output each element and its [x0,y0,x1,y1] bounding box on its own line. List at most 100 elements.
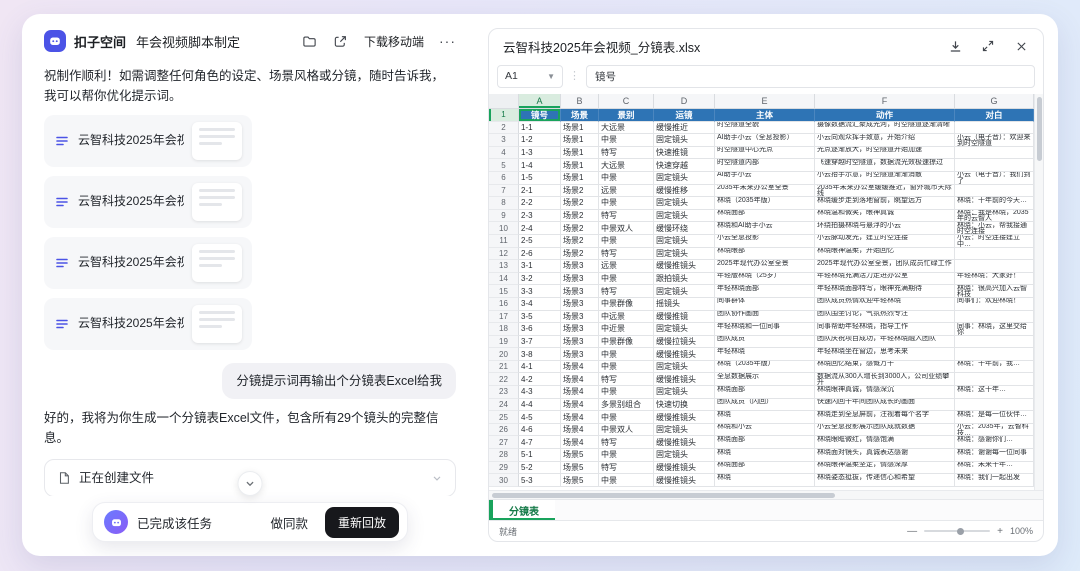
cell[interactable]: 固定镜头 [654,285,715,298]
cell[interactable]: 年轻林晓：大家好！ [955,273,1034,286]
cell[interactable]: 2-4 [519,222,561,235]
row-number[interactable]: 28 [489,449,519,462]
cell[interactable]: 2025年现代办公室全景，团队成员忙碌工作 [815,260,955,273]
cell[interactable]: 缓慢推镜头 [654,260,715,273]
cell[interactable]: 大远景 [599,122,654,135]
cell[interactable]: 林晓：是每一位伙伴… [955,411,1034,424]
cell[interactable]: 3-5 [519,311,561,324]
cell[interactable]: 场景4 [561,424,599,437]
cell[interactable]: 固定镜头 [654,210,715,223]
row-number[interactable]: 29 [489,462,519,475]
cell[interactable]: 中景 [599,449,654,462]
more-menu-button[interactable]: ··· [439,33,456,49]
cell[interactable]: 林晓和小云 [715,424,815,437]
file-card[interactable]: 云智科技2025年会视频_... [44,115,252,167]
cell[interactable]: 林晓眼部 [715,248,815,261]
cell[interactable] [955,311,1034,324]
cell[interactable]: 光点逐渐放大，时空隧道开始加速 [815,147,955,160]
cell[interactable]: 团队成员 [715,336,815,349]
cell[interactable]: 小云（电子音）：我们到了 [955,172,1034,185]
cell[interactable]: 1-4 [519,159,561,172]
zoom-out-button[interactable]: — [907,526,917,537]
cell[interactable]: 数据流从300人增长到3000人，公司业绩攀升 [815,373,955,386]
cell[interactable]: 场景3 [561,285,599,298]
cell[interactable]: 固定镜头 [654,386,715,399]
cell[interactable]: 场景2 [561,210,599,223]
cell[interactable]: 快速穿越 [654,159,715,172]
cell[interactable]: 林晓：感谢你们… [955,436,1034,449]
cell[interactable]: 林晓姿态挺拔，传递信心和希望 [815,474,955,487]
make-same-button[interactable]: 做同款 [262,507,316,538]
column-header-b[interactable]: B [561,94,599,108]
cell[interactable]: 林晓面对镜头，真诚表达感谢 [815,449,955,462]
cell[interactable]: 场景 [561,109,599,122]
zoom-slider[interactable] [924,530,990,532]
cell[interactable]: 林晓：未来十年… [955,462,1034,475]
folder-icon[interactable] [302,33,318,49]
cell[interactable]: 中远景 [599,311,654,324]
cell[interactable]: 团队庆祝项目成功，年轻林晓融入团队 [815,336,955,349]
cell[interactable]: 林晓：这十年… [955,386,1034,399]
cell[interactable]: 环绕拍摄林晓与悬浮的小云 [815,222,955,235]
zoom-in-button[interactable]: + [997,526,1003,537]
cell[interactable]: 小云抬手示意，时空隧道渐渐消散 [815,172,955,185]
row-number[interactable]: 21 [489,361,519,374]
row-number[interactable]: 9 [489,210,519,223]
cell[interactable]: 镜号 [519,109,561,122]
row-number[interactable]: 6 [489,172,519,185]
cell[interactable]: 3-7 [519,336,561,349]
cell[interactable]: 特写 [599,210,654,223]
cell[interactable]: 全息数据展示 [715,373,815,386]
file-card[interactable]: 云智科技2025年会视频_... [44,298,252,350]
cell[interactable]: 场景2 [561,222,599,235]
row-number[interactable]: 3 [489,134,519,147]
cell[interactable]: 林晓：我是林晓，2035年的云智人 [955,210,1034,223]
cell[interactable]: 场景1 [561,147,599,160]
cell[interactable]: 场景3 [561,311,599,324]
file-card[interactable]: 云智科技2025年会视频_... [44,237,252,289]
cell[interactable]: 团队成员（闪回） [715,399,815,412]
cell[interactable]: 缓慢环绕 [654,222,715,235]
cell[interactable]: 缓慢推镜头 [654,348,715,361]
cell[interactable]: 快速推镜 [654,147,715,160]
select-all-corner[interactable] [489,94,519,108]
cell[interactable]: 缓慢推镜头 [654,474,715,487]
cell[interactable]: 固定镜头 [654,172,715,185]
row-number[interactable]: 27 [489,436,519,449]
cell[interactable]: 2025年现代办公室全景 [715,260,815,273]
cell[interactable]: 年轻版林晓（25岁） [715,273,815,286]
cell[interactable]: 特写 [599,285,654,298]
cell[interactable]: 场景1 [561,159,599,172]
cell[interactable] [955,336,1034,349]
cell[interactable]: 对白 [955,109,1034,122]
cell[interactable]: 林晓：十年前，我… [955,361,1034,374]
download-icon[interactable] [947,38,963,54]
cell[interactable]: 年轻林晓和一位同事 [715,323,815,336]
cell[interactable]: 1-2 [519,134,561,147]
cell[interactable]: 缓慢推镜 [654,311,715,324]
vertical-scroll-thumb[interactable] [1037,97,1042,161]
cell[interactable] [955,159,1034,172]
cell[interactable]: 场景1 [561,122,599,135]
cell[interactable] [955,348,1034,361]
cell[interactable]: AI助手小云 [715,172,815,185]
row-number[interactable]: 30 [489,474,519,487]
cell[interactable]: 缓慢推镜头 [654,462,715,475]
cell[interactable]: 固定镜头 [654,424,715,437]
row-number[interactable]: 16 [489,298,519,311]
cell[interactable]: 3-3 [519,285,561,298]
cell[interactable]: 缓慢推近 [654,122,715,135]
column-header-e[interactable]: E [715,94,815,108]
cell[interactable]: 运镜 [654,109,715,122]
cell[interactable]: 飞速穿越时空隧道，数据流光效极速掠过 [815,159,955,172]
cell[interactable] [955,185,1034,198]
cell[interactable]: 场景1 [561,172,599,185]
row-number[interactable]: 7 [489,185,519,198]
cell[interactable]: 林晓缓步走到落地窗前，眺望远方 [815,197,955,210]
cell[interactable]: 4-5 [519,411,561,424]
row-number[interactable]: 13 [489,260,519,273]
row-number[interactable]: 19 [489,336,519,349]
cell[interactable]: 小云：2035年，云智科技… [955,424,1034,437]
cell[interactable]: 林晓 [715,411,815,424]
cell[interactable]: 特写 [599,248,654,261]
